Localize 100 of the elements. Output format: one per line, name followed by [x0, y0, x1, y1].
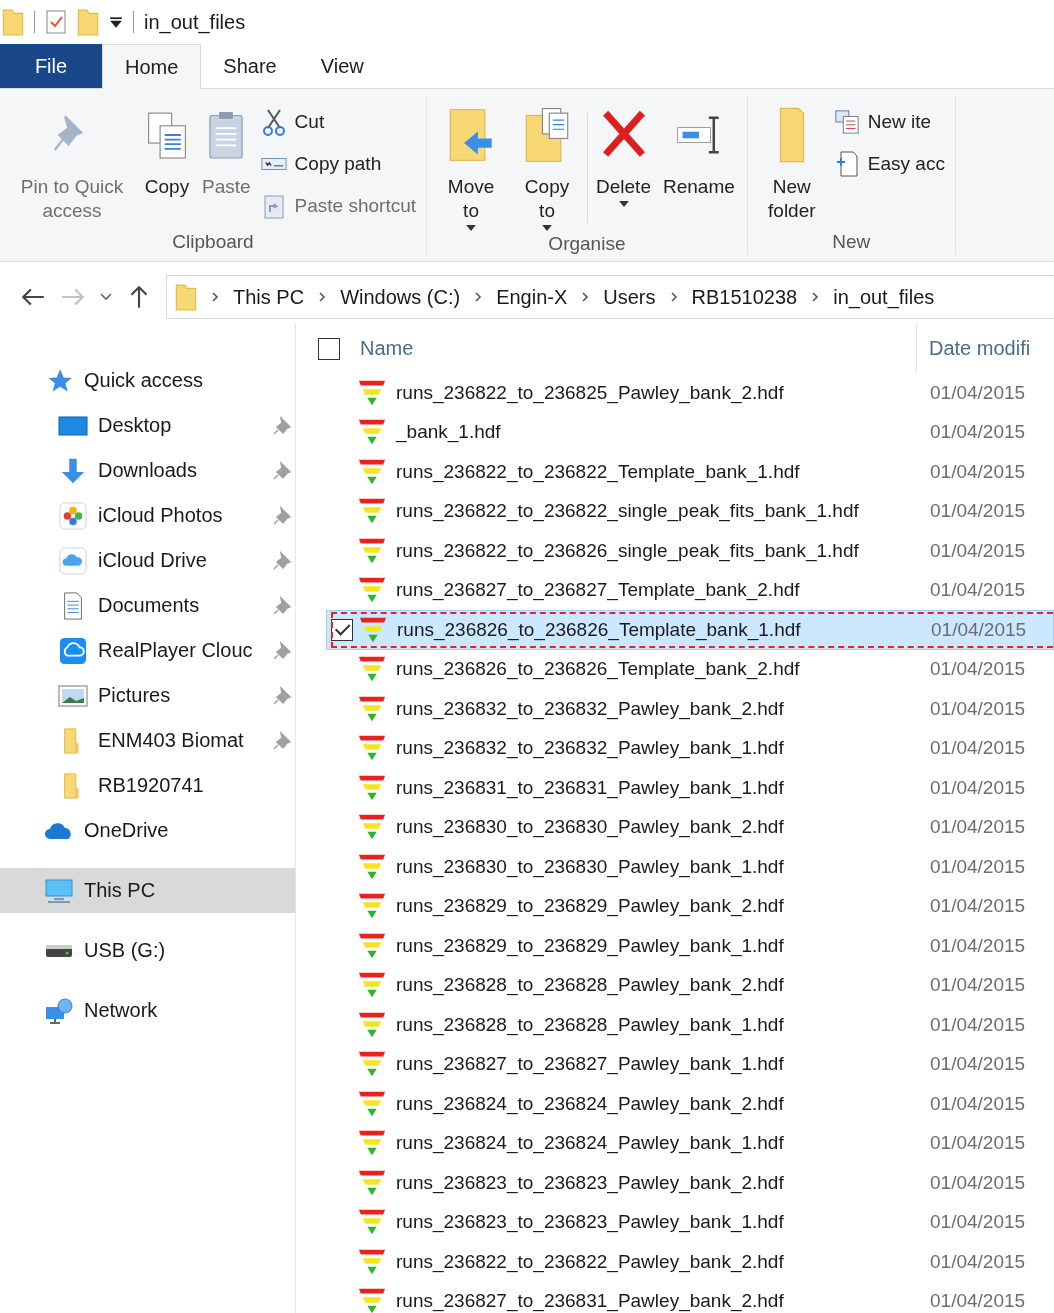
pin-icon[interactable] — [272, 730, 292, 751]
column-header[interactable]: Date modifi — [917, 337, 1031, 360]
pin-icon[interactable] — [272, 550, 292, 571]
chevron-icon[interactable] — [211, 291, 219, 303]
file-row[interactable]: runs_236827_to_236831_Pawley_bank_2.hdf 01/04/2015 — [326, 1281, 1054, 1313]
breadcrumb-item[interactable]: Windows (C:) — [340, 285, 461, 309]
column-header[interactable]: Name — [360, 324, 917, 373]
folder-documents-icon — [524, 105, 571, 165]
date-modified: 01/04/2015 — [930, 501, 1026, 522]
file-row[interactable]: runs_236829_to_236829_Pawley_bank_2.hdf 01/04/2015 — [326, 886, 1054, 926]
chevron-icon[interactable] — [811, 291, 820, 303]
file-row[interactable]: runs_236822_to_236826_single_peak_fits_bank_1.hdf 01/04/2015 — [326, 531, 1054, 571]
breadcrumb-item[interactable]: This PC — [233, 285, 305, 309]
date-modified: 01/04/2015 — [930, 461, 1026, 482]
date-modified: 01/04/2015 — [930, 422, 1026, 443]
file-icon — [358, 536, 386, 565]
sidebar-item[interactable]: Network — [0, 988, 295, 1033]
customize-dropdown-icon[interactable] — [109, 15, 123, 29]
computer-icon — [44, 876, 74, 905]
file-name: runs_236826_to_236826_Template_bank_1.hdf — [397, 619, 802, 640]
pin-icon[interactable] — [272, 595, 292, 616]
folder-icon — [175, 283, 197, 311]
pin-icon[interactable] — [272, 505, 292, 526]
chevron-icon[interactable] — [669, 291, 678, 303]
pin-icon[interactable] — [272, 640, 292, 661]
sidebar-item[interactable]: RealPlayer Clouc — [0, 628, 295, 673]
select-all-checkbox[interactable] — [318, 337, 340, 360]
date-modified: 01/04/2015 — [930, 1172, 1026, 1193]
sidebar-item[interactable]: iCloud Photos — [0, 493, 295, 538]
sidebar-item[interactable]: Desktop — [0, 403, 295, 448]
sidebar-item[interactable]: Pictures — [0, 673, 295, 718]
ribbon-button[interactable]: New ite — [831, 103, 947, 141]
properties-icon[interactable] — [45, 8, 67, 36]
date-modified: 01/04/2015 — [930, 1291, 1026, 1312]
file-icon — [358, 773, 386, 802]
chevron-icon[interactable] — [318, 291, 327, 303]
file-name: runs_236822_to_236822_single_peak_fits_bank_1.hdf — [396, 501, 860, 522]
sidebar-item[interactable]: iCloud Drive — [0, 538, 295, 583]
sidebar-item[interactable]: ENM403 Biomat — [0, 718, 295, 763]
breadcrumb-item[interactable]: Engin-X — [496, 285, 568, 309]
chevron-icon[interactable] — [474, 291, 483, 303]
file-row[interactable]: runs_236828_to_236828_Pawley_bank_1.hdf 01/04/2015 — [326, 1005, 1054, 1045]
sidebar-item[interactable]: RB1920741 — [0, 763, 295, 808]
file-row[interactable]: runs_236822_to_236822_Pawley_bank_2.hdf 01/04/2015 — [326, 1242, 1054, 1282]
file-row[interactable]: runs_236822_to_236825_Pawley_bank_2.hdf 01/04/2015 — [326, 373, 1054, 413]
file-row[interactable]: runs_236832_to_236832_Pawley_bank_2.hdf 01/04/2015 — [326, 689, 1054, 729]
sidebar-item[interactable]: Downloads — [0, 448, 295, 493]
scissors-icon — [260, 108, 287, 136]
sidebar-item[interactable]: Quick access — [0, 358, 295, 403]
sidebar-item[interactable]: This PC — [0, 868, 295, 913]
ribbon-button[interactable]: Move to — [435, 103, 508, 233]
date-modified: 01/04/2015 — [930, 975, 1026, 996]
file-name: runs_236827_to_236827_Pawley_bank_1.hdf — [396, 1054, 785, 1075]
new-item-icon — [833, 108, 860, 136]
ribbon-button[interactable]: Copy — [140, 103, 194, 201]
ribbon-button[interactable]: Cut — [258, 103, 419, 141]
ribbon-button[interactable]: New folder — [755, 103, 828, 225]
file-row[interactable]: runs_236823_to_236823_Pawley_bank_2.hdf 01/04/2015 — [326, 1163, 1054, 1203]
breadcrumb-item[interactable]: RB1510238 — [691, 285, 798, 309]
ribbon-button[interactable]: Copy to — [511, 103, 584, 233]
pin-icon[interactable] — [272, 415, 292, 436]
recent-dropdown-icon[interactable] — [100, 292, 112, 302]
file-row[interactable]: runs_236830_to_236830_Pawley_bank_2.hdf 01/04/2015 — [326, 807, 1054, 847]
file-row[interactable]: _bank_1.hdf 01/04/2015 — [326, 412, 1054, 452]
pin-icon[interactable] — [272, 685, 292, 706]
ribbon-tab[interactable]: File — [0, 44, 102, 88]
pin-icon[interactable] — [272, 460, 292, 481]
ribbon-button[interactable]: Copy path — [258, 145, 419, 183]
sidebar-item[interactable]: Documents — [0, 583, 295, 628]
sidebar-item[interactable]: USB (G:) — [0, 928, 295, 973]
group-label: New — [832, 231, 871, 254]
file-row[interactable]: runs_236831_to_236831_Pawley_bank_1.hdf 01/04/2015 — [326, 768, 1054, 808]
file-row[interactable]: runs_236829_to_236829_Pawley_bank_1.hdf 01/04/2015 — [326, 926, 1054, 966]
cloud-icon — [58, 546, 88, 575]
chevron-icon[interactable] — [581, 291, 590, 303]
file-row[interactable]: runs_236826_to_236826_Template_bank_1.hdf 01/04/2015 — [326, 610, 1054, 650]
address-bar[interactable]: This PC Windows (C:) Engin-X Users RB1510238 in_out_files — [166, 275, 1054, 319]
file-row[interactable]: runs_236827_to_236827_Pawley_bank_1.hdf 01/04/2015 — [326, 1044, 1054, 1084]
network-icon — [44, 996, 74, 1025]
file-row[interactable]: runs_236826_to_236826_Template_bank_2.hdf 01/04/2015 — [326, 649, 1054, 689]
sidebar-item[interactable]: OneDrive — [0, 808, 295, 853]
file-row[interactable]: runs_236822_to_236822_single_peak_fits_bank_1.hdf 01/04/2015 — [326, 491, 1054, 531]
date-modified: 01/04/2015 — [930, 698, 1026, 719]
ribbon-button[interactable]: Rename — [658, 103, 739, 201]
breadcrumb-item[interactable]: Users — [603, 285, 656, 309]
file-row[interactable]: runs_236822_to_236822_Template_bank_1.hdf 01/04/2015 — [326, 452, 1054, 492]
file-row[interactable]: runs_236824_to_236824_Pawley_bank_2.hdf 01/04/2015 — [326, 1084, 1054, 1124]
file-row[interactable]: runs_236824_to_236824_Pawley_bank_1.hdf 01/04/2015 — [326, 1123, 1054, 1163]
breadcrumb-item[interactable]: in_out_files — [833, 285, 935, 309]
ribbon-tab[interactable]: Home — [102, 44, 202, 89]
file-row[interactable]: runs_236832_to_236832_Pawley_bank_1.hdf 01/04/2015 — [326, 728, 1054, 768]
file-row[interactable]: runs_236828_to_236828_Pawley_bank_2.hdf 01/04/2015 — [326, 965, 1054, 1005]
file-row[interactable]: runs_236830_to_236830_Pawley_bank_1.hdf 01/04/2015 — [326, 847, 1054, 887]
ribbon-button[interactable]: Easy acc — [831, 145, 947, 183]
ribbon-button[interactable]: Delete — [592, 103, 655, 209]
row-checkbox[interactable] — [331, 618, 353, 641]
file-row[interactable]: runs_236823_to_236823_Pawley_bank_1.hdf 01/04/2015 — [326, 1202, 1054, 1242]
file-name: runs_236830_to_236830_Pawley_bank_1.hdf — [396, 856, 785, 877]
file-icon — [358, 1010, 386, 1039]
file-row[interactable]: runs_236827_to_236827_Template_bank_2.hdf 01/04/2015 — [326, 570, 1054, 610]
